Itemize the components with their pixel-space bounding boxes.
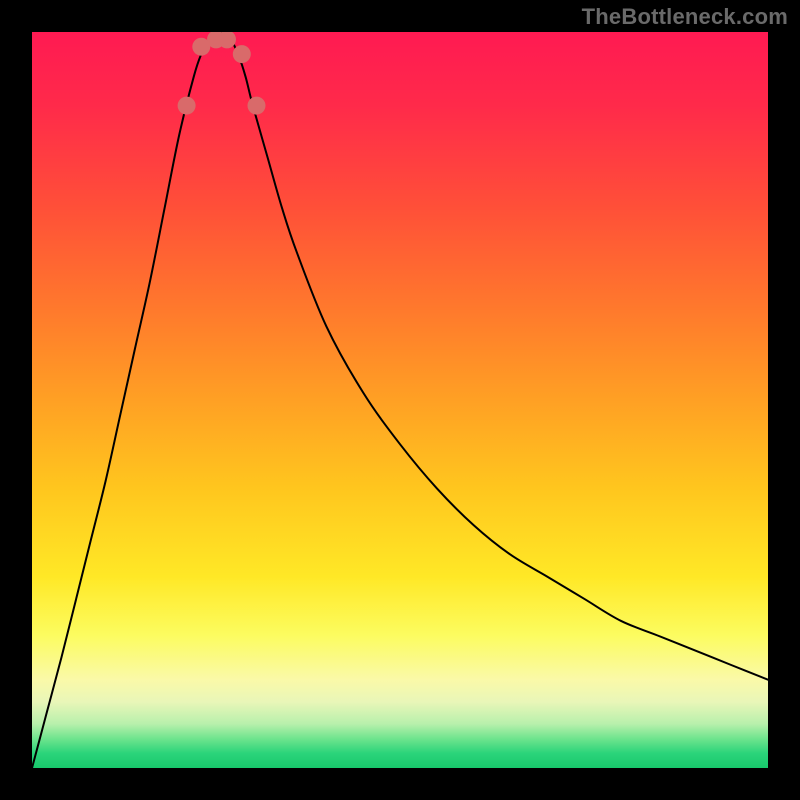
plot-area xyxy=(32,32,768,768)
watermark-text: TheBottleneck.com xyxy=(582,4,788,30)
data-marker xyxy=(233,45,251,63)
data-marker xyxy=(248,97,266,115)
marker-group xyxy=(178,32,266,115)
data-marker xyxy=(178,97,196,115)
curve-svg xyxy=(32,32,768,768)
bottleneck-curve-path xyxy=(32,32,768,768)
chart-frame: TheBottleneck.com xyxy=(0,0,800,800)
